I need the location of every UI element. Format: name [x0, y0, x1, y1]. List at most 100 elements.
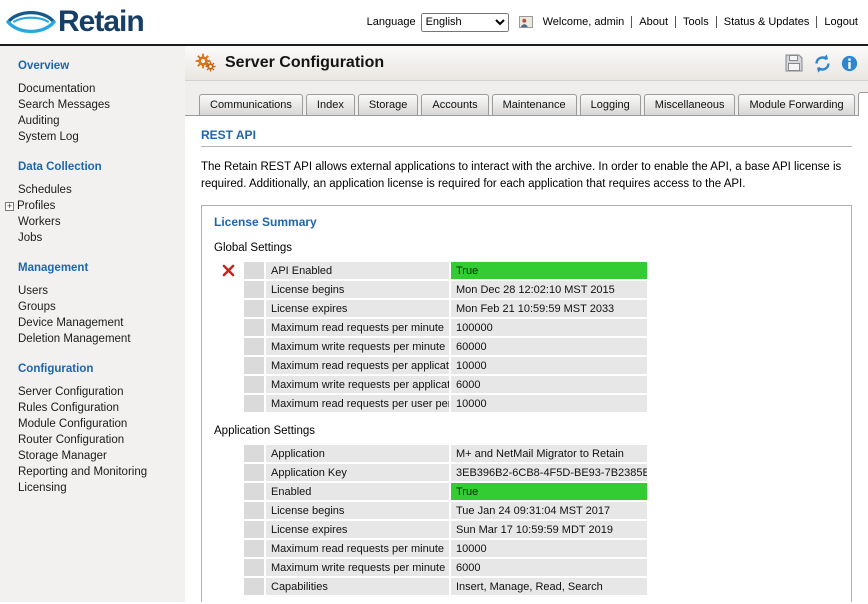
tab-communications[interactable]: Communications — [199, 94, 303, 115]
tab-logging[interactable]: Logging — [579, 94, 641, 115]
row-label: Maximum read requests per minute — [266, 540, 449, 558]
license-summary-panel: License Summary Global Settings API Enab… — [201, 205, 852, 602]
sidebar-section-management: Management Users Groups Device Managemen… — [18, 262, 181, 347]
row-icon-cell — [244, 445, 264, 463]
row-value: 10000 — [451, 540, 647, 558]
row-value: 10000 — [451, 357, 647, 375]
table-row: Maximum read requests per application pe… — [222, 357, 839, 375]
sidebar-item-profiles[interactable]: + Profiles — [5, 198, 181, 214]
section-divider — [201, 146, 852, 147]
rest-api-description: The Retain REST API allows external appl… — [201, 161, 842, 190]
page-title: Server Configuration — [225, 54, 385, 71]
row-label: Maximum read requests per user per minut… — [266, 395, 449, 413]
row-label: Maximum read requests per application pe… — [266, 357, 449, 375]
table-row: Capabilities Insert, Manage, Read, Searc… — [222, 578, 839, 596]
sidebar-item-server-configuration[interactable]: Server Configuration — [18, 384, 181, 400]
row-icon-cell — [244, 521, 264, 539]
tab-module-forwarding[interactable]: Module Forwarding — [738, 94, 855, 115]
table-row: Maximum read requests per minute 100000 — [222, 319, 839, 337]
tab-accounts[interactable]: Accounts — [421, 94, 489, 115]
sidebar-item-schedules[interactable]: Schedules — [18, 182, 181, 198]
top-right-menu: Language English Welcome, admin About To… — [367, 12, 860, 32]
sidebar-title-data-collection[interactable]: Data Collection — [18, 161, 181, 173]
row-icon-cell — [244, 540, 264, 558]
table-row: Maximum write requests per minute 60000 — [222, 338, 839, 356]
license-summary-title: License Summary — [214, 215, 317, 230]
link-logout[interactable]: Logout — [817, 16, 860, 28]
sidebar-item-documentation[interactable]: Documentation — [18, 81, 181, 97]
link-tools[interactable]: Tools — [676, 16, 717, 28]
table-row: Enabled True — [222, 483, 839, 501]
row-action-cell — [222, 540, 244, 557]
row-value: True — [451, 483, 647, 501]
remove-icon[interactable] — [222, 264, 235, 277]
sidebar-item-device-management[interactable]: Device Management — [18, 315, 181, 331]
row-action-cell — [222, 319, 244, 336]
link-status-updates[interactable]: Status & Updates — [717, 16, 818, 28]
row-value: M+ and NetMail Migrator to Retain — [451, 445, 647, 463]
sidebar-item-workers[interactable]: Workers — [18, 214, 181, 230]
sidebar-section-overview: Overview Documentation Search Messages A… — [18, 60, 181, 145]
row-action-cell — [222, 502, 244, 519]
tab-storage[interactable]: Storage — [357, 94, 419, 115]
table-row: Maximum read requests per user per minut… — [222, 395, 839, 413]
row-action-cell — [222, 281, 244, 298]
refresh-icon[interactable] — [813, 53, 832, 73]
table-row: Application Key 3EB396B2-6CB8-4F5D-BE93-… — [222, 464, 839, 482]
row-label: Maximum write requests per application p… — [266, 376, 449, 394]
row-label: License expires — [266, 521, 449, 539]
sidebar-title-overview[interactable]: Overview — [18, 60, 181, 72]
sidebar-item-router-configuration[interactable]: Router Configuration — [18, 432, 181, 448]
sidebar-item-deletion-management[interactable]: Deletion Management — [18, 331, 181, 347]
table-row: Maximum write requests per minute 6000 — [222, 559, 839, 577]
row-icon-cell — [244, 281, 264, 299]
tab-index[interactable]: Index — [305, 94, 355, 115]
sidebar-item-licensing[interactable]: Licensing — [18, 480, 181, 496]
row-label: API Enabled — [266, 262, 449, 280]
sidebar-item-system-log[interactable]: System Log — [18, 129, 181, 145]
row-label: License expires — [266, 300, 449, 318]
gear-icon — [195, 53, 217, 73]
expand-profiles-icon[interactable]: + — [5, 202, 14, 211]
row-value: 60000 — [451, 338, 647, 356]
row-icon-cell — [244, 502, 264, 520]
sidebar-title-configuration[interactable]: Configuration — [18, 363, 181, 375]
sidebar-item-module-configuration[interactable]: Module Configuration — [18, 416, 181, 432]
sidebar: Overview Documentation Search Messages A… — [0, 46, 185, 602]
sidebar-item-reporting-and-monitoring[interactable]: Reporting and Monitoring — [18, 464, 181, 480]
sidebar-section-data-collection: Data Collection Schedules + Profiles Work… — [5, 161, 181, 246]
brand-logo[interactable]: Retain — [6, 5, 145, 38]
sidebar-item-auditing[interactable]: Auditing — [18, 113, 181, 129]
welcome-user[interactable]: Welcome, admin — [536, 16, 633, 28]
info-icon[interactable] — [841, 55, 858, 72]
sidebar-item-storage-manager[interactable]: Storage Manager — [18, 448, 181, 464]
sidebar-item-rules-configuration[interactable]: Rules Configuration — [18, 400, 181, 416]
sidebar-item-search-messages[interactable]: Search Messages — [18, 97, 181, 113]
tab-maintenance[interactable]: Maintenance — [491, 94, 577, 115]
row-icon-cell — [244, 395, 264, 413]
row-value: 10000 — [451, 395, 647, 413]
tab-rest-api[interactable]: REST API — [857, 92, 868, 116]
brand-name: Retain — [58, 5, 145, 38]
row-value: Insert, Manage, Read, Search — [451, 578, 647, 596]
sidebar-section-configuration: Configuration Server Configuration Rules… — [18, 363, 181, 496]
row-value: Tue Jan 24 09:31:04 MST 2017 — [451, 502, 647, 520]
link-about[interactable]: About — [632, 16, 677, 28]
row-value: 6000 — [451, 376, 647, 394]
tab-miscellaneous[interactable]: Miscellaneous — [643, 94, 736, 115]
sidebar-item-groups[interactable]: Groups — [18, 299, 181, 315]
row-action-cell — [222, 395, 244, 412]
sidebar-item-jobs[interactable]: Jobs — [18, 230, 181, 246]
save-icon[interactable] — [784, 53, 804, 73]
main-area: Server Configuration Communications Inde… — [185, 46, 868, 602]
sidebar-title-management[interactable]: Management — [18, 262, 181, 274]
sidebar-item-profiles-label: Profiles — [17, 200, 56, 212]
row-label: License begins — [266, 502, 449, 520]
table-row: Maximum write requests per application p… — [222, 376, 839, 394]
row-action-cell — [222, 357, 244, 374]
row-label: Enabled — [266, 483, 449, 501]
row-label: License begins — [266, 281, 449, 299]
sidebar-item-users[interactable]: Users — [18, 283, 181, 299]
page-header: Server Configuration — [185, 46, 868, 81]
language-select[interactable]: English — [420, 12, 509, 32]
